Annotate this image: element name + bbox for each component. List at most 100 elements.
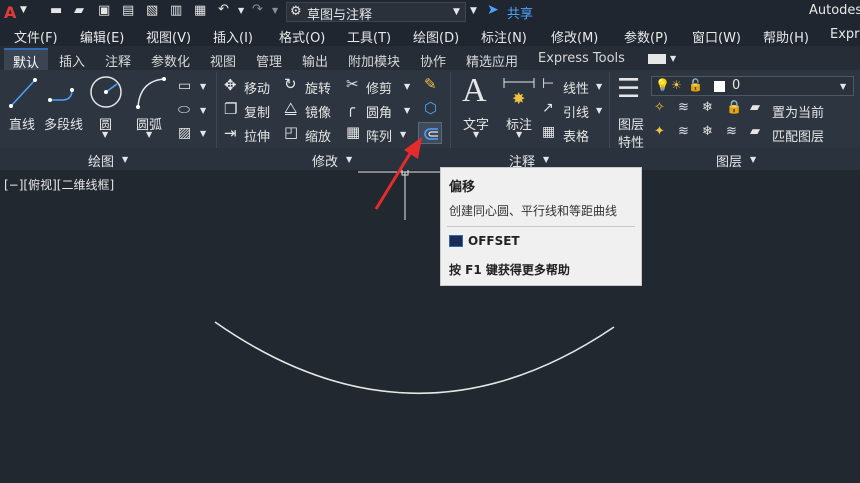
draw-panel-title[interactable]: 绘图 (88, 151, 114, 170)
array-icon[interactable]: ▦ (346, 123, 360, 141)
circle-icon[interactable] (89, 75, 123, 109)
draw-panel-expand-icon[interactable]: ▼ (122, 155, 128, 164)
scale-label[interactable]: 缩放 (305, 126, 331, 145)
layer-tool-icon[interactable]: ≋ (726, 124, 737, 139)
layer-tool-icon[interactable]: ✧ (654, 100, 665, 115)
share-button[interactable]: 共享 (507, 3, 533, 22)
copy-icon[interactable]: ❐ (224, 100, 237, 118)
menu-file[interactable]: 文件(F) (14, 27, 58, 46)
tab-manage[interactable]: 管理 (256, 51, 282, 70)
table-icon[interactable]: ▦ (542, 124, 555, 140)
app-menu-dropdown-icon[interactable]: ▼ (20, 5, 27, 15)
menu-parametric[interactable]: 参数(P) (624, 27, 668, 46)
workspace-selector[interactable]: ⚙ 草图与注释 ▼ (286, 2, 466, 23)
menu-view[interactable]: 视图(V) (146, 27, 191, 46)
layer-tool-icon[interactable]: ≋ (678, 124, 689, 139)
stretch-icon[interactable]: ⇥ (224, 124, 237, 142)
hatch-icon[interactable]: ▨ (178, 125, 191, 141)
hatch-dropdown-icon[interactable]: ▼ (200, 129, 206, 138)
autocad-logo-icon[interactable]: A (4, 3, 16, 22)
text-dropdown-icon[interactable]: ▼ (473, 130, 479, 139)
save-as-icon[interactable]: ▤ (122, 3, 134, 18)
trim-dropdown-icon[interactable]: ▼ (404, 82, 410, 91)
move-icon[interactable]: ✥ (224, 76, 237, 94)
rotate-icon[interactable]: ↻ (284, 75, 297, 93)
polyline-icon[interactable] (48, 78, 82, 108)
layer-tool-icon[interactable]: 🔒 (726, 100, 742, 115)
tab-output[interactable]: 输出 (302, 51, 328, 70)
print-icon[interactable]: ▦ (194, 3, 206, 18)
menu-format[interactable]: 格式(O) (279, 27, 325, 46)
move-label[interactable]: 移动 (244, 78, 270, 97)
ribbon-minimize-button[interactable] (648, 54, 666, 64)
tab-featured[interactable]: 精选应用 (466, 51, 518, 70)
menu-window[interactable]: 窗口(W) (692, 27, 741, 46)
ellipse-dropdown-icon[interactable]: ▼ (200, 106, 206, 115)
save-icon[interactable]: ▣ (98, 3, 110, 18)
menu-express[interactable]: Expr (830, 27, 860, 42)
drawing-canvas[interactable]: [−][俯视][二维线框] (0, 170, 860, 483)
fillet-label[interactable]: 圆角 (366, 102, 392, 121)
trim-icon[interactable]: ✂ (346, 75, 359, 93)
menu-insert[interactable]: 插入(I) (213, 27, 253, 46)
linear-dropdown-icon[interactable]: ▼ (596, 82, 602, 91)
copy-label[interactable]: 复制 (244, 102, 270, 121)
layer-properties-icon[interactable]: ☰ (617, 74, 640, 104)
layer-tool-icon[interactable]: ❄ (702, 100, 713, 115)
annotation-panel-expand-icon[interactable]: ▼ (543, 155, 549, 164)
scale-icon[interactable]: ◰ (284, 123, 298, 141)
ellipse-icon[interactable]: ⬭ (178, 102, 190, 118)
layer-properties-label-1[interactable]: 图层 (618, 114, 644, 133)
layer-dropdown[interactable]: 💡 ☀ 🔓 0 ▼ (651, 76, 854, 96)
undo-dropdown-icon[interactable]: ▼ (238, 6, 244, 15)
circle-dropdown-icon[interactable]: ▼ (102, 130, 108, 139)
text-icon[interactable]: A (462, 72, 487, 110)
linear-label[interactable]: 线性 (563, 78, 589, 97)
menu-help[interactable]: 帮助(H) (763, 27, 809, 46)
menu-draw[interactable]: 绘图(D) (413, 27, 459, 46)
layer-tool-icon[interactable]: ≋ (678, 100, 689, 115)
save-web-icon[interactable]: ▥ (170, 3, 182, 18)
tab-default[interactable]: 默认 (4, 48, 48, 71)
menu-tools[interactable]: 工具(T) (347, 27, 391, 46)
match-layer-label[interactable]: 匹配图层 (772, 126, 824, 145)
mirror-icon[interactable]: ⧋ (284, 99, 297, 117)
menu-edit[interactable]: 编辑(E) (80, 27, 124, 46)
leader-dropdown-icon[interactable]: ▼ (596, 106, 602, 115)
fillet-dropdown-icon[interactable]: ▼ (404, 106, 410, 115)
fillet-icon[interactable]: ╭ (346, 99, 355, 117)
modify-panel-title[interactable]: 修改 (312, 151, 338, 170)
tab-express-tools[interactable]: Express Tools (538, 51, 625, 66)
new-file-icon[interactable]: ▬ (50, 3, 62, 18)
modify-panel-expand-icon[interactable]: ▼ (346, 155, 352, 164)
polyline-label[interactable]: 多段线 (44, 114, 83, 133)
stretch-label[interactable]: 拉伸 (244, 126, 270, 145)
layers-panel-title[interactable]: 图层 (716, 151, 742, 170)
menu-modify[interactable]: 修改(M) (551, 27, 598, 46)
tab-parametric[interactable]: 参数化 (151, 51, 190, 70)
open-web-icon[interactable]: ▧ (146, 3, 158, 18)
leader-label[interactable]: 引线 (563, 102, 589, 121)
leader-icon[interactable]: ↗ (542, 100, 554, 116)
rectangle-dropdown-icon[interactable]: ▼ (200, 82, 206, 91)
workspace-more-icon[interactable]: ▼ (470, 6, 477, 16)
make-current-label[interactable]: 置为当前 (772, 102, 824, 121)
arc-icon[interactable] (134, 75, 168, 109)
tab-collaborate[interactable]: 协作 (420, 51, 446, 70)
dimension-dropdown-icon[interactable]: ▼ (516, 130, 522, 139)
undo-icon[interactable]: ↶ (218, 2, 229, 17)
arc-dropdown-icon[interactable]: ▼ (146, 130, 152, 139)
layers-panel-expand-icon[interactable]: ▼ (750, 155, 756, 164)
rectangle-icon[interactable]: ▭ (178, 78, 191, 94)
ribbon-options-icon[interactable]: ▼ (670, 54, 676, 63)
tab-view[interactable]: 视图 (210, 51, 236, 70)
tab-annotate[interactable]: 注释 (105, 51, 131, 70)
trim-label[interactable]: 修剪 (366, 78, 392, 97)
layer-tool-icon[interactable]: ❄ (702, 124, 713, 139)
line-label[interactable]: 直线 (9, 114, 35, 133)
tab-addins[interactable]: 附加模块 (348, 51, 400, 70)
table-label[interactable]: 表格 (563, 126, 589, 145)
erase-icon[interactable]: ✎ (424, 75, 437, 93)
explode-icon[interactable]: ⬡ (424, 99, 437, 117)
layer-tool-icon[interactable]: ✦ (654, 124, 665, 139)
